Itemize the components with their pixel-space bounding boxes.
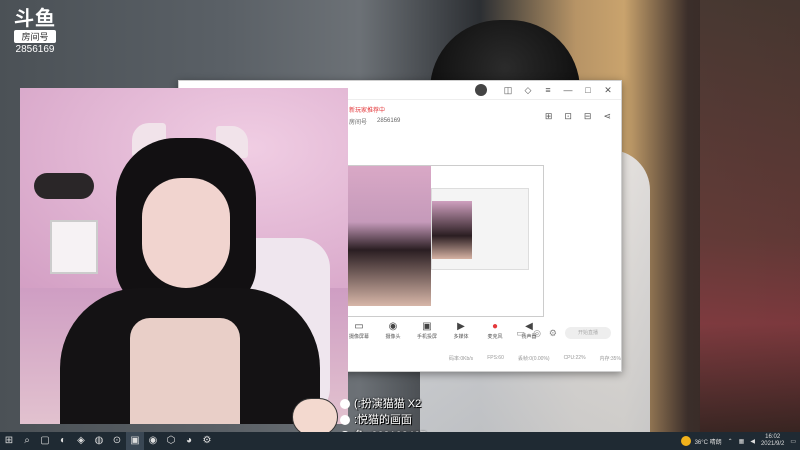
nested-inner-camera [432, 201, 472, 259]
lock-icon[interactable]: ⊡ [564, 111, 572, 122]
message-icon[interactable]: ◫ [503, 85, 513, 96]
webcam-neon-sign [34, 173, 94, 199]
app-icon-2[interactable]: ◈ [72, 432, 90, 450]
record-icon[interactable]: ⊟ [584, 111, 592, 122]
taskbar: ⊞ ⌕ ▢ ◐ ◈ ◍ ⊙ ▣ ◉ ⬡ ◕ ⚙ 36°C 晴朗 ⌃ ▦ ◀ 16… [0, 432, 800, 450]
anime-mascot [292, 398, 338, 436]
task-view-icon[interactable]: ▢ [36, 432, 54, 450]
status-bar: 码率:0Kb/s FPS:60 丢帧:0(0.00%) CPU:22% 内存:3… [449, 355, 621, 362]
app-room-id: 2856169 [377, 118, 401, 124]
mouse-cursor [572, 176, 577, 183]
settings-icon[interactable]: ⚙ [198, 432, 216, 450]
avatar[interactable] [475, 84, 487, 96]
gift-icon[interactable]: ⊞ [545, 111, 553, 122]
webcam-photo-frame [50, 220, 98, 274]
bullet-icon [340, 415, 350, 425]
start-live-button[interactable]: 开始直播 [565, 327, 611, 339]
nested-preview [346, 165, 544, 317]
weather-widget[interactable]: 36°C 晴朗 [680, 436, 722, 446]
source-multimedia[interactable]: ▶ 多媒体 [449, 321, 473, 340]
webcam-overlay [20, 88, 348, 424]
eye-icon[interactable]: ◎ [533, 328, 541, 339]
network-icon[interactable]: ▦ [739, 438, 745, 445]
app-room-info: 新玩家推荐中 房间号 2856169 [349, 103, 400, 127]
overlay-line-1: (:扮演猫猫 X2 [354, 398, 422, 410]
system-tray: 36°C 晴朗 ⌃ ▦ ◀ 16:02 2021/9/2 ▭ [680, 432, 796, 450]
source-toolbar: ▭ 摄像屏幕 ◉ 摄像头 ▣ 手机投屏 ▶ 多媒体 ● 麦克风 ◀ 扬声器 [347, 321, 541, 340]
sun-icon [680, 436, 691, 446]
tray-chevron-icon[interactable]: ⌃ [728, 438, 733, 445]
douyu-logo: 斗鱼 [14, 6, 56, 30]
streaming-app-icon[interactable]: ▣ [126, 432, 144, 450]
room-label: 房间号 [14, 30, 56, 43]
room-id: 2856169 [15, 44, 55, 55]
bullet-icon [340, 399, 350, 409]
app-room-label: 房间号 [349, 119, 368, 126]
camera-icon: ◉ [388, 321, 398, 332]
share-icon[interactable]: ⋖ [603, 111, 611, 122]
weather-text: 36°C 晴朗 [694, 439, 722, 446]
source-camera[interactable]: ◉ 摄像头 [381, 321, 405, 340]
start-icon[interactable]: ⊞ [0, 432, 18, 450]
background-curtain [700, 0, 800, 432]
clock-date: 2021/9/2 [760, 441, 785, 447]
recommend-tag: 新玩家推荐中 [349, 107, 386, 114]
clock-time: 16:02 [765, 434, 781, 440]
source-phone-screen[interactable]: ▣ 手机投屏 [415, 321, 439, 340]
overlay-line-2: :悦猫的画面 [354, 414, 413, 426]
douyu-watermark: 斗鱼 房间号 2856169 [8, 8, 62, 55]
maximize-icon[interactable]: □ [583, 85, 593, 95]
browser-icon[interactable]: ◐ [54, 432, 72, 450]
multimedia-icon: ▶ [457, 321, 465, 332]
chrome-icon[interactable]: ◍ [90, 432, 108, 450]
screen-capture-icon: ▭ [354, 321, 364, 332]
app-icon-7[interactable]: ⬡ [162, 432, 180, 450]
tool-row: ⊞ ⊡ ⊟ ⋖ [545, 111, 611, 122]
clock[interactable]: 16:02 2021/9/2 [761, 434, 784, 448]
skin-icon[interactable]: ◇ [523, 85, 533, 96]
webcam-top [130, 318, 240, 424]
app-icon-6[interactable]: ◉ [144, 432, 162, 450]
nested-camera-preview [347, 166, 431, 306]
app-icon-4[interactable]: ⊙ [108, 432, 126, 450]
nested-preview-inner [431, 188, 529, 270]
webcam-face [142, 178, 230, 288]
close-icon[interactable]: ✕ [603, 85, 613, 96]
source-microphone[interactable]: ● 麦克风 [483, 321, 507, 340]
live-controls: ▭ ◎ ⚙ 开始直播 [517, 327, 611, 339]
source-screen-capture[interactable]: ▭ 摄像屏幕 [347, 321, 371, 340]
minimize-icon[interactable]: — [563, 85, 573, 95]
notification-icon[interactable]: ▭ [790, 438, 796, 445]
microphone-icon: ● [491, 321, 499, 332]
volume-icon[interactable]: ◀ [750, 438, 755, 445]
search-icon[interactable]: ⌕ [18, 432, 36, 450]
app-icon-8[interactable]: ◕ [180, 432, 198, 450]
settings-icon[interactable]: ⚙ [549, 328, 557, 339]
phone-screen-icon: ▣ [422, 321, 432, 332]
video-icon[interactable]: ▭ [517, 328, 526, 339]
menu-icon[interactable]: ≡ [543, 85, 553, 95]
